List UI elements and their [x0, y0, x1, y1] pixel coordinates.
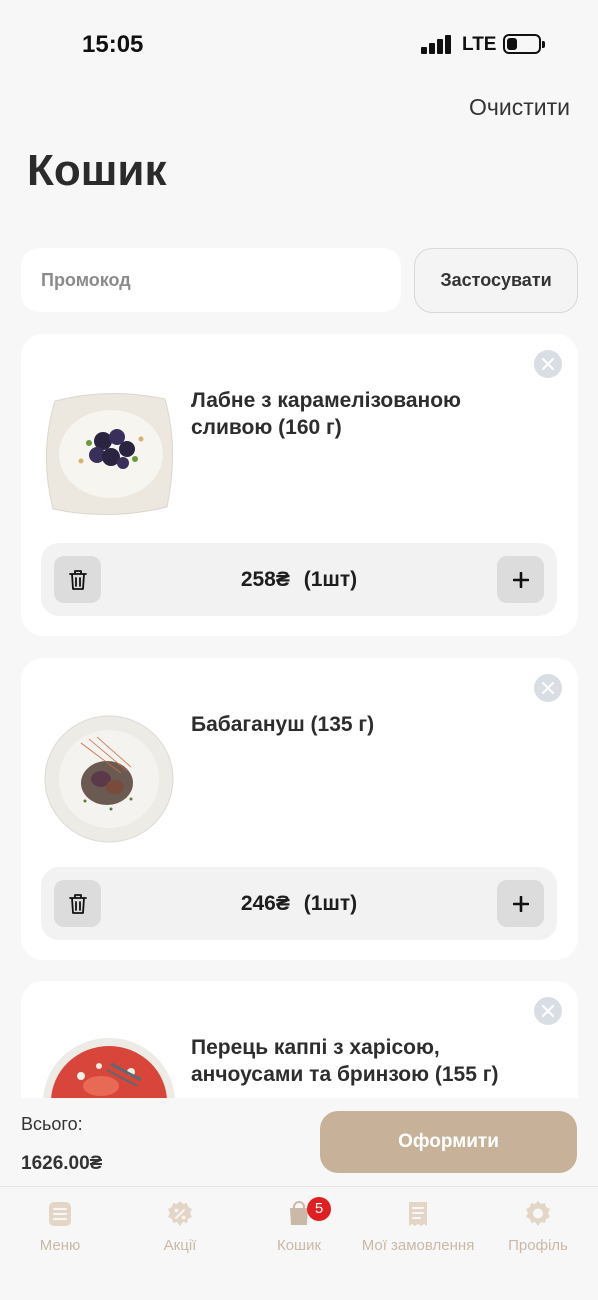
plus-icon: [512, 895, 529, 912]
tab-bar: Меню Акції 5 Кошик Мої замовлення Профіл…: [0, 1186, 598, 1300]
tab-cart[interactable]: 5 Кошик: [239, 1197, 359, 1254]
cart-item: Лабне з карамелізованою сливою (160 г) 2…: [21, 334, 578, 636]
profile-icon: [526, 1201, 550, 1226]
checkout-button[interactable]: Оформити: [320, 1111, 577, 1173]
battery-icon: [503, 34, 545, 54]
increase-button[interactable]: [497, 556, 544, 603]
dish-name: Перець каппі з харісою, анчоусами та бри…: [191, 1036, 499, 1086]
total-value: 1626.00₴: [21, 1153, 103, 1174]
clear-cart-button[interactable]: Очистити: [469, 94, 570, 121]
dish-name: Бабагануш (135 г): [191, 713, 375, 736]
tab-label: Мої замовлення: [361, 1237, 475, 1254]
dish-name: Лабне з карамелізованою сливою (160 г): [191, 389, 461, 439]
tab-profile[interactable]: Профіль: [478, 1199, 598, 1254]
plus-icon: [512, 571, 529, 588]
cart-item: Перець каппі з харісою, анчоусами та бри…: [21, 981, 578, 1098]
tab-label: Профіль: [508, 1237, 568, 1254]
network-label: LTE: [462, 34, 497, 55]
increase-button[interactable]: [497, 880, 544, 927]
quantity-bar: 246₴ (1шт): [41, 867, 557, 940]
close-icon: [542, 358, 554, 370]
promo-code-input[interactable]: [21, 248, 401, 312]
total-label: Всього:: [21, 1114, 83, 1134]
status-time: 15:05: [82, 31, 144, 58]
tab-my-orders[interactable]: Мої замовлення: [358, 1199, 478, 1254]
quantity-bar: 258₴ (1шт): [41, 543, 557, 616]
status-bar: 15:05 LTE: [0, 0, 598, 88]
dish-image: [44, 715, 174, 843]
close-icon: [542, 1005, 554, 1017]
dish-image: [43, 1038, 175, 1098]
dish-image: [45, 392, 174, 516]
discount-icon: [168, 1201, 192, 1226]
tab-label: Кошик: [276, 1237, 322, 1254]
item-quantity: (1шт): [303, 892, 358, 915]
order-summary: Всього: 1626.00₴ Оформити: [0, 1098, 598, 1186]
item-quantity: (1шт): [303, 568, 358, 591]
cart-badge: 5: [307, 1197, 331, 1221]
cart-list[interactable]: Лабне з карамелізованою сливою (160 г) 2…: [21, 334, 578, 1098]
apply-promo-button[interactable]: Застосувати: [414, 248, 578, 313]
receipt-icon: [409, 1202, 427, 1226]
remove-item-button[interactable]: [534, 997, 562, 1025]
close-icon: [542, 682, 554, 694]
item-price: 258₴: [240, 568, 290, 591]
item-price: 246₴: [240, 892, 290, 915]
remove-item-button[interactable]: [534, 350, 562, 378]
tab-promotions[interactable]: Акції: [120, 1199, 240, 1254]
signal-icon: [421, 34, 453, 54]
page-title: Кошик: [27, 146, 167, 195]
tab-menu[interactable]: Меню: [0, 1199, 120, 1254]
price-quantity: 258₴ (1шт): [41, 568, 557, 592]
tab-label: Меню: [39, 1237, 81, 1254]
tab-label: Акції: [163, 1237, 197, 1254]
cart-item: Бабагануш (135 г) 246₴ (1шт): [21, 658, 578, 960]
menu-icon: [49, 1202, 71, 1226]
price-quantity: 246₴ (1шт): [41, 892, 557, 916]
remove-item-button[interactable]: [534, 674, 562, 702]
